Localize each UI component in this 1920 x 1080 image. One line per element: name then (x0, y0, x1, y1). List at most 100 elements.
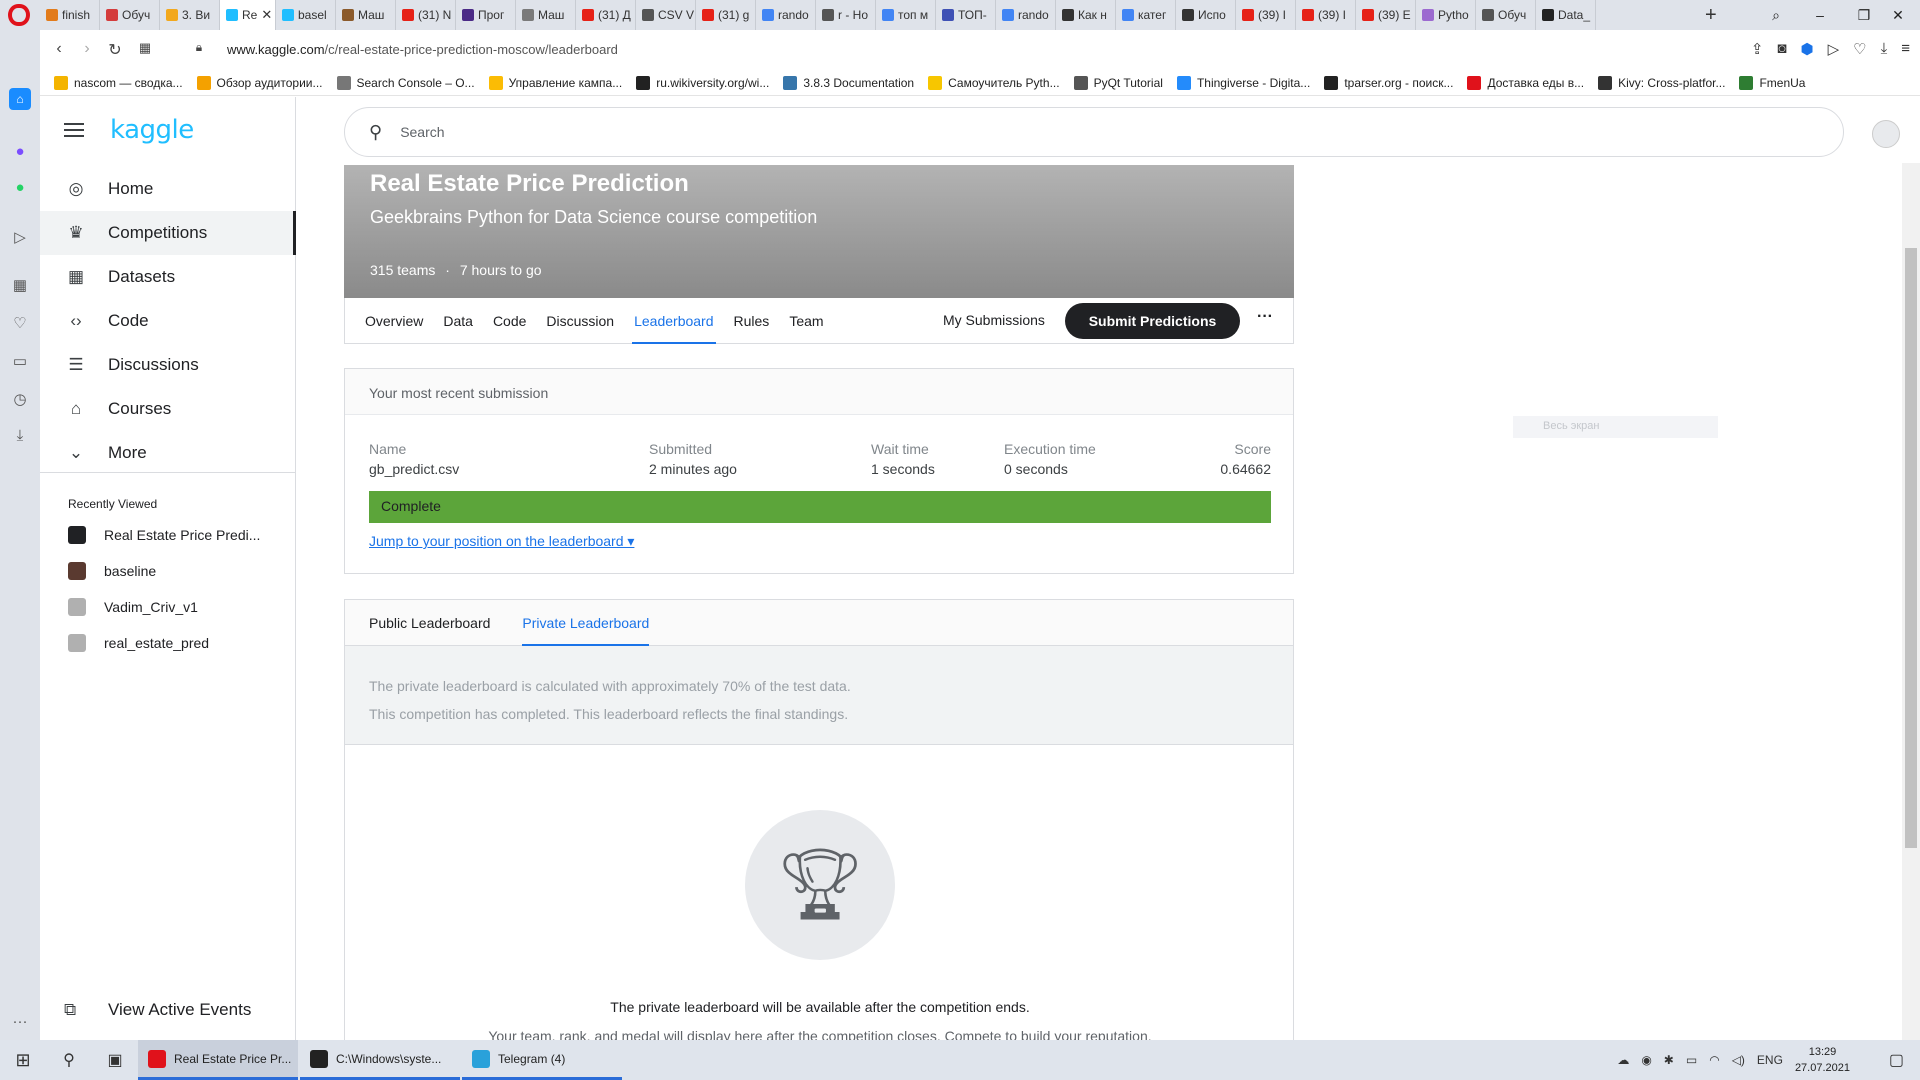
recently-viewed-item[interactable]: real_estate_pred (40, 625, 296, 661)
menu-icon[interactable]: ≡ (1901, 40, 1910, 58)
browser-tab[interactable]: finish (40, 0, 100, 30)
browser-tab[interactable]: rando (996, 0, 1056, 30)
whatsapp-icon[interactable]: ● (9, 176, 31, 198)
kaggle-logo[interactable]: kaggle (110, 115, 194, 145)
bookmark-item[interactable]: Обзор аудитории... (196, 75, 323, 90)
browser-tab[interactable]: Data_ (1536, 0, 1596, 30)
task-view-icon[interactable]: ▣ (92, 1040, 138, 1080)
url-field[interactable]: www.kaggle.com/c/real-estate-price-predi… (227, 42, 618, 57)
sidebar-item-home[interactable]: ◎ Home (40, 167, 296, 211)
browser-tab[interactable]: Маш (516, 0, 576, 30)
browser-tab[interactable]: (31) g (696, 0, 756, 30)
opera-logo-icon[interactable] (8, 4, 30, 26)
download-icon[interactable]: ⤓ (1881, 40, 1888, 58)
browser-tab[interactable]: Pytho (1416, 0, 1476, 30)
bookmark-item[interactable]: Thingiverse - Digita... (1176, 75, 1310, 90)
tray-bluetooth-icon[interactable]: ✱ (1664, 1053, 1674, 1067)
camera-icon[interactable]: ◙ (1777, 40, 1786, 58)
bookmarks-heart-icon[interactable]: ♡ (9, 312, 31, 334)
tray-volume-icon[interactable]: ◁) (1732, 1053, 1745, 1067)
tab-private-leaderboard[interactable]: Private Leaderboard (522, 600, 649, 646)
new-tab-button[interactable]: + (1705, 4, 1717, 27)
heart-icon[interactable]: ♡ (1853, 40, 1866, 58)
browser-tab[interactable]: катег (1116, 0, 1176, 30)
history-icon[interactable]: ◷ (9, 388, 31, 410)
browser-tab[interactable]: (31) N (396, 0, 456, 30)
messenger-icon[interactable]: ● (9, 140, 31, 162)
sidebar-item-code[interactable]: ‹› Code (40, 299, 296, 343)
browser-tab[interactable]: (39) I (1296, 0, 1356, 30)
bookmark-item[interactable]: FmenUa (1739, 75, 1805, 90)
bookmark-item[interactable]: Управление кампа... (488, 75, 622, 90)
tab-overview[interactable]: Overview (365, 298, 423, 344)
share-icon[interactable]: ⇪ (1751, 40, 1764, 58)
bookmark-item[interactable]: Kivy: Cross-platfor... (1598, 75, 1725, 90)
avatar[interactable] (1872, 120, 1900, 148)
tray-battery-icon[interactable]: ▭ (1686, 1053, 1697, 1067)
bookmark-item[interactable]: Доставка еды в... (1467, 75, 1584, 90)
bookmark-item[interactable]: nascom — сводка... (54, 75, 183, 90)
tabs-grid-icon[interactable]: ▦ (132, 40, 158, 56)
player-icon[interactable]: ▭ (9, 350, 31, 372)
search-tabs-icon[interactable]: ⌕ (1754, 0, 1798, 30)
tab-code[interactable]: Code (493, 298, 526, 344)
my-submissions-link[interactable]: My Submissions (943, 312, 1045, 328)
search-input[interactable]: ⚲ Search (344, 107, 1844, 157)
tab-rules[interactable]: Rules (734, 298, 770, 344)
recently-viewed-item[interactable]: baseline (40, 553, 296, 589)
windows-start-icon[interactable]: ⊞ (0, 1040, 46, 1080)
more-sidebar-icon[interactable]: ··· (9, 1010, 31, 1032)
browser-tab[interactable]: Прог (456, 0, 516, 30)
submit-predictions-button[interactable]: Submit Predictions (1065, 303, 1240, 339)
tray-wifi-icon[interactable]: ◠ (1709, 1053, 1719, 1067)
sidebar-item-datasets[interactable]: ▦ Datasets (40, 255, 296, 299)
bookmark-item[interactable]: Самоучитель Pyth... (928, 75, 1060, 90)
tab-data[interactable]: Data (443, 298, 473, 344)
scrollbar-thumb[interactable] (1905, 248, 1917, 848)
taskbar-app[interactable]: C:\Windows\syste... (300, 1040, 460, 1080)
tray-network-icon[interactable]: ☁ (1617, 1053, 1629, 1067)
browser-tab[interactable]: Re ✕ (220, 0, 276, 30)
jump-to-position-link[interactable]: Jump to your position on the leaderboard… (369, 533, 634, 550)
sidebar-item-discussions[interactable]: ☰ Discussions (40, 343, 296, 387)
browser-tab[interactable]: basel (276, 0, 336, 30)
reload-icon[interactable]: ↻ (102, 40, 128, 60)
vpn-icon[interactable]: ⬢ (1800, 40, 1813, 58)
browser-tab[interactable]: (31) Д (576, 0, 636, 30)
downloads-icon[interactable]: ⤓ (9, 424, 31, 446)
home-speed-dial-icon[interactable]: ⌂ (9, 88, 31, 110)
browser-tab[interactable]: Обуч (1476, 0, 1536, 30)
close-tab-icon[interactable]: ✕ (261, 7, 272, 23)
send-flow-icon[interactable]: ▷ (9, 226, 31, 248)
back-icon[interactable]: ‹ (46, 40, 72, 58)
bookmark-item[interactable]: 3.8.3 Documentation (783, 75, 914, 90)
browser-tab[interactable]: Обуч (100, 0, 160, 30)
bookmark-item[interactable]: Search Console – O... (336, 75, 475, 90)
bookmark-item[interactable]: PyQt Tutorial (1073, 75, 1163, 90)
browser-tab[interactable]: rando (756, 0, 816, 30)
browser-tab[interactable]: Испо (1176, 0, 1236, 30)
recently-viewed-item[interactable]: Vadim_Criv_v1 (40, 589, 296, 625)
view-active-events-link[interactable]: ⧉ View Active Events (64, 1000, 251, 1020)
close-window-button[interactable]: ✕ (1876, 0, 1920, 30)
sidebar-item-more[interactable]: ⌄ More (40, 431, 296, 475)
taskbar-clock[interactable]: 13:29 27.07.2021 (1795, 1044, 1850, 1076)
browser-tab[interactable]: 3. Ви (160, 0, 220, 30)
tab-public-leaderboard[interactable]: Public Leaderboard (369, 600, 490, 646)
taskbar-app[interactable]: Real Estate Price Pr... (138, 1040, 298, 1080)
send-icon[interactable]: ▷ (1828, 40, 1840, 58)
tray-language[interactable]: ENG (1757, 1053, 1783, 1067)
sidebar-item-competitions[interactable]: ♛ Competitions (40, 211, 296, 255)
browser-tab[interactable]: r - Ho (816, 0, 876, 30)
more-options-button[interactable]: ··· (1257, 308, 1273, 326)
tray-app-icon[interactable]: ◉ (1641, 1053, 1651, 1067)
workspaces-icon[interactable]: ▦ (9, 274, 31, 296)
browser-tab[interactable]: Маш (336, 0, 396, 30)
browser-tab[interactable]: (39) E (1356, 0, 1416, 30)
bookmark-item[interactable]: ru.wikiversity.org/wi... (636, 75, 769, 90)
taskbar-app[interactable]: Telegram (4) (462, 1040, 622, 1080)
browser-tab[interactable]: топ м (876, 0, 936, 30)
minimize-button[interactable]: – (1798, 0, 1842, 30)
browser-tab[interactable]: (39) I (1236, 0, 1296, 30)
browser-tab[interactable]: Как н (1056, 0, 1116, 30)
